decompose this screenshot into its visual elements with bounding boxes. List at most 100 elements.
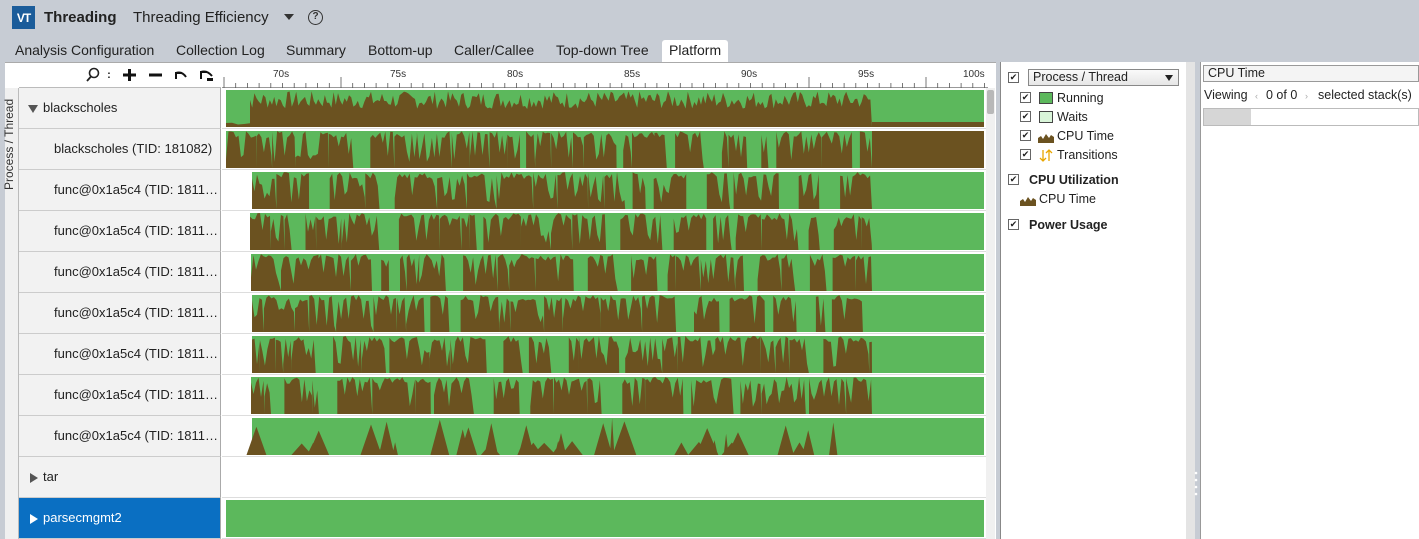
row-label[interactable]: parsecmgmt2	[19, 498, 221, 539]
running-swatch	[1039, 92, 1053, 104]
row-label[interactable]: blackscholes	[19, 88, 221, 129]
viewing-count: 0 of 0	[1266, 88, 1298, 102]
tab-analysis-configuration[interactable]: Analysis Configuration	[8, 40, 161, 62]
cpu-utilization-checkbox[interactable]: ✔	[1008, 174, 1019, 185]
process-thread-axis: Process / Thread	[2, 88, 19, 539]
tab-bottom-up[interactable]: Bottom-up	[361, 40, 440, 62]
tab-top-down-tree[interactable]: Top-down Tree	[549, 40, 656, 62]
row-timeline-track[interactable]	[222, 334, 986, 375]
thread-activity-graph	[226, 131, 984, 168]
viewing-label: Viewing	[1204, 88, 1248, 102]
expand-arrow-icon[interactable]	[30, 472, 38, 483]
zoom-out-icon[interactable]	[147, 67, 163, 83]
tab-summary[interactable]: Summary	[279, 40, 353, 62]
legend-waits: Waits	[1057, 110, 1088, 124]
thread-activity-graph	[252, 295, 984, 332]
row-name-text: func@0x1a5c4 (TID: 1811…	[54, 305, 218, 320]
row-timeline-track[interactable]	[222, 88, 986, 129]
collapse-arrow-icon[interactable]	[28, 104, 38, 113]
chevron-down-icon	[1165, 75, 1173, 81]
thread-activity-graph	[226, 90, 984, 127]
thread-row[interactable]: func@0x1a5c4 (TID: 1811…	[19, 334, 986, 375]
process-thread-axis-label: Process / Thread	[2, 98, 16, 190]
row-timeline-track[interactable]	[222, 170, 986, 211]
row-timeline-track[interactable]	[222, 129, 986, 170]
stack-panel	[1200, 62, 1419, 539]
stack-metric-select[interactable]: CPU Time	[1203, 65, 1419, 82]
row-label[interactable]: func@0x1a5c4 (TID: 1811…	[19, 252, 221, 293]
thread-activity-graph	[226, 500, 984, 537]
undo-zoom-icon[interactable]	[173, 67, 189, 83]
row-label[interactable]: blackscholes (TID: 181082)	[19, 129, 221, 170]
cpu-time-checkbox[interactable]: ✔	[1020, 130, 1031, 141]
row-timeline-track[interactable]	[222, 498, 986, 539]
legend-transitions: Transitions	[1057, 148, 1118, 162]
running-bar	[226, 500, 984, 537]
row-label[interactable]: func@0x1a5c4 (TID: 1811…	[19, 293, 221, 334]
row-timeline-track[interactable]	[222, 416, 986, 457]
thread-row[interactable]: func@0x1a5c4 (TID: 1811…	[19, 170, 986, 211]
app-title: Threading	[44, 9, 117, 26]
thread-row[interactable]: func@0x1a5c4 (TID: 1811…	[19, 416, 986, 457]
vtune-logo: VT	[12, 6, 35, 29]
grouping-checkbox[interactable]: ✔	[1008, 72, 1019, 83]
power-usage-checkbox[interactable]: ✔	[1008, 219, 1019, 230]
scrollbar-thumb[interactable]	[987, 90, 994, 114]
legend-scrollbar[interactable]	[1186, 62, 1195, 539]
next-stack-icon[interactable]: ›	[1305, 91, 1308, 101]
time-ruler[interactable]: 70s 75s 80s 85s 90s 95s 100s	[222, 63, 988, 88]
search-icon[interactable]	[85, 67, 101, 83]
thread-row[interactable]: func@0x1a5c4 (TID: 1811…	[19, 375, 986, 416]
transitions-checkbox[interactable]: ✔	[1020, 149, 1031, 160]
process-row[interactable]: parsecmgmt2	[19, 498, 986, 539]
analysis-type-title[interactable]: Threading Efficiency	[133, 9, 269, 26]
tab-caller-callee[interactable]: Caller/Callee	[447, 40, 541, 62]
row-label[interactable]: func@0x1a5c4 (TID: 1811…	[19, 211, 221, 252]
row-name-text: func@0x1a5c4 (TID: 1811…	[54, 428, 218, 443]
tab-platform[interactable]: Platform	[662, 40, 729, 62]
thread-activity-graph	[250, 213, 984, 250]
title-bar: VT Threading Threading Efficiency ?	[0, 0, 1419, 36]
thread-row[interactable]: func@0x1a5c4 (TID: 1811…	[19, 252, 986, 293]
thread-row[interactable]: blackscholes (TID: 181082)	[19, 129, 986, 170]
waits-checkbox[interactable]: ✔	[1020, 111, 1031, 122]
expand-arrow-icon[interactable]	[30, 513, 38, 524]
process-row[interactable]: blackscholes	[19, 88, 986, 129]
row-name-text: func@0x1a5c4 (TID: 1811…	[54, 387, 218, 402]
row-name-text: func@0x1a5c4 (TID: 1811…	[54, 182, 218, 197]
tick-label: 100s	[963, 69, 985, 80]
reset-zoom-icon[interactable]	[198, 67, 214, 83]
thread-row[interactable]: func@0x1a5c4 (TID: 1811…	[19, 211, 986, 252]
chevron-down-icon[interactable]	[284, 14, 294, 20]
splitter-handle[interactable]	[1194, 470, 1198, 500]
row-timeline-track[interactable]	[222, 293, 986, 334]
cpu-time-area	[872, 122, 984, 127]
legend-running: Running	[1057, 91, 1104, 105]
row-label[interactable]: func@0x1a5c4 (TID: 1811…	[19, 334, 221, 375]
row-label[interactable]: func@0x1a5c4 (TID: 1811…	[19, 416, 221, 457]
row-timeline-track[interactable]	[222, 457, 986, 498]
thread-activity-graph	[246, 418, 984, 455]
row-label[interactable]: tar	[19, 457, 221, 498]
row-label[interactable]: func@0x1a5c4 (TID: 1811…	[19, 170, 221, 211]
stack-progress[interactable]	[1203, 108, 1419, 126]
row-timeline-track[interactable]	[222, 252, 986, 293]
prev-stack-icon[interactable]: ‹	[1255, 91, 1258, 101]
row-name-text: blackscholes	[43, 100, 118, 115]
grouping-select[interactable]: Process / Thread	[1028, 69, 1179, 86]
tab-collection-log[interactable]: Collection Log	[169, 40, 272, 62]
cpu-time-area	[872, 131, 984, 168]
more-options-icon[interactable]: :	[101, 67, 117, 83]
running-checkbox[interactable]: ✔	[1020, 92, 1031, 103]
stack-progress-fill	[1204, 109, 1251, 125]
process-row[interactable]: tar	[19, 457, 986, 498]
waits-swatch	[1039, 111, 1053, 123]
row-label[interactable]: func@0x1a5c4 (TID: 1811…	[19, 375, 221, 416]
row-timeline-track[interactable]	[222, 211, 986, 252]
thread-row[interactable]: func@0x1a5c4 (TID: 1811…	[19, 293, 986, 334]
row-timeline-track[interactable]	[222, 375, 986, 416]
timeline-scrollbar[interactable]	[986, 88, 995, 539]
transitions-icon	[1039, 149, 1053, 162]
zoom-in-icon[interactable]	[121, 67, 137, 83]
help-icon[interactable]: ?	[308, 10, 323, 25]
